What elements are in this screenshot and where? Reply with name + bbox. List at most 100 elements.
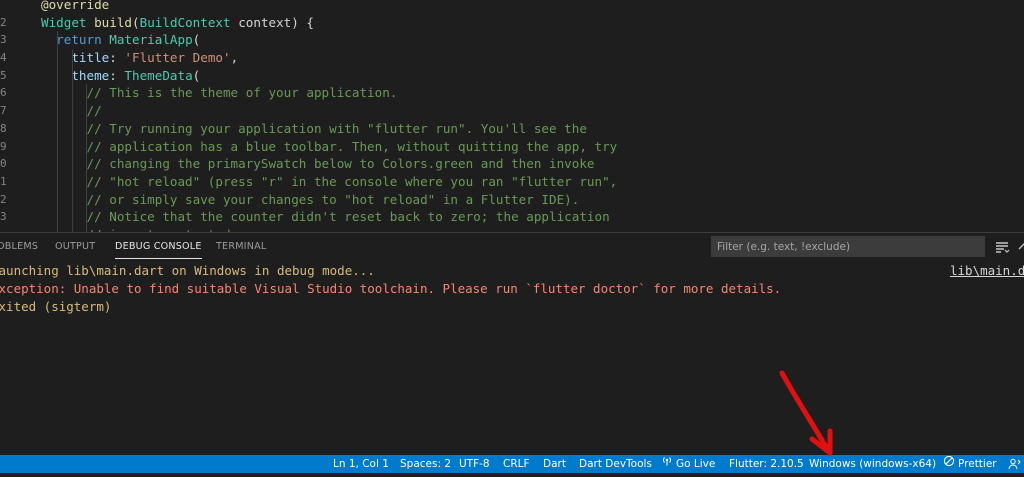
- status-bar: Ln 1, Col 1 Spaces: 2 UTF-8 CRLF Dart Da…: [0, 455, 1024, 473]
- indent-guide: [57, 84, 58, 103]
- go-live-button[interactable]: Go Live: [661, 455, 715, 473]
- indent-guide: [57, 119, 58, 138]
- indentation-setting[interactable]: Spaces: 2: [400, 455, 451, 473]
- prettier-button[interactable]: Prettier: [943, 455, 997, 473]
- code-line: // changing the primarySwatch below to C…: [41, 155, 1024, 173]
- code-token: @override: [41, 0, 110, 12]
- source-file-link[interactable]: lib\main.da: [950, 263, 1024, 278]
- indent-guide: [57, 190, 58, 209]
- line-number: 8: [0, 121, 7, 135]
- bottom-panel: OBLEMS OUTPUT DEBUG CONSOLE TERMINAL Lau…: [0, 232, 1024, 456]
- code-token: 'Flutter Demo': [124, 50, 231, 66]
- tab-debug-console[interactable]: DEBUG CONSOLE: [115, 233, 202, 261]
- indent-guide: [57, 137, 58, 156]
- code-token: :: [109, 67, 125, 83]
- dart-devtools-button[interactable]: Dart DevTools: [579, 455, 652, 473]
- code-token: theme: [41, 67, 110, 83]
- feedback-icon[interactable]: [1008, 455, 1022, 473]
- indent-guide: [57, 155, 58, 173]
- line-number: 4: [0, 51, 7, 65]
- console-line-launching: Launching lib\main.dart on Windows in de…: [0, 263, 375, 278]
- indent-guide: [72, 49, 73, 67]
- code-token: (: [132, 14, 140, 30]
- code-token: // "hot reload" (press "r" in the consol…: [41, 173, 618, 189]
- indent-guide: [57, 66, 58, 85]
- line-number: [0, 0, 20, 14]
- code-line: // This is the theme of your application…: [41, 84, 1024, 103]
- code-token: // Try running your application with "fl…: [41, 120, 587, 136]
- indent-guide: [57, 31, 58, 50]
- indent-guide: [86, 102, 87, 120]
- code-editor[interactable]: 234567890123 @override Widget build(Build…: [0, 0, 1024, 232]
- indent-guide: [86, 119, 87, 138]
- go-live-label: Go Live: [676, 458, 716, 470]
- code-token: return: [41, 32, 102, 48]
- line-number: 3: [0, 210, 7, 224]
- prettier-label: Prettier: [958, 458, 997, 470]
- line-number: 2: [0, 15, 7, 29]
- device-selector[interactable]: Windows (windows-x64): [809, 455, 936, 473]
- line-number: 6: [0, 86, 7, 100]
- indent-guide: [57, 208, 58, 226]
- file-encoding[interactable]: UTF-8: [459, 455, 490, 473]
- console-filter-input[interactable]: [711, 236, 985, 257]
- prohibited-icon: [943, 455, 955, 473]
- word-wrap-icon[interactable]: [994, 239, 1010, 255]
- indent-guide: [72, 137, 73, 156]
- code-token: context) {: [230, 14, 315, 30]
- chevron-up-icon[interactable]: [1016, 239, 1024, 255]
- line-number: 3: [0, 33, 7, 47]
- code-token: ,: [230, 50, 239, 66]
- tab-output[interactable]: OUTPUT: [55, 233, 95, 261]
- cursor-position[interactable]: Ln 1, Col 1: [333, 455, 389, 473]
- indent-guide: [86, 84, 87, 103]
- indent-guide: [72, 102, 73, 120]
- code-area[interactable]: @override Widget build(BuildContext conte…: [41, 0, 1024, 232]
- indent-guide: [86, 137, 87, 156]
- language-mode[interactable]: Dart: [543, 455, 566, 473]
- flutter-version[interactable]: Flutter: 2.10.5: [729, 455, 804, 473]
- line-number-gutter: 2 3 4 5 6 7 8 9 0 1 2 3: [0, 0, 20, 232]
- code-token: build: [94, 14, 133, 30]
- code-token: :: [109, 50, 125, 66]
- indent-guide: [72, 190, 73, 209]
- tab-terminal[interactable]: TERMINAL: [216, 233, 266, 261]
- code-token: (: [192, 32, 201, 48]
- code-line: // Notice that the counter didn't reset …: [41, 208, 1024, 226]
- indent-guide: [86, 155, 87, 173]
- code-line: // or simply save your changes to "hot r…: [41, 190, 1024, 209]
- code-line: // application has a blue toolbar. Then,…: [41, 137, 1024, 156]
- indent-guide: [86, 172, 87, 191]
- indent-guide: [72, 66, 73, 85]
- code-token: MaterialApp: [109, 32, 193, 48]
- end-of-line[interactable]: CRLF: [503, 455, 530, 473]
- tab-problems[interactable]: OBLEMS: [0, 233, 38, 261]
- line-number: 1: [0, 174, 7, 188]
- code-token: ThemeData: [124, 67, 193, 83]
- indent-guide: [72, 155, 73, 173]
- indent-guide: [72, 119, 73, 138]
- indent-guide: [86, 190, 87, 209]
- code-line: // "hot reload" (press "r" in the consol…: [41, 172, 1024, 191]
- code-line: //: [41, 102, 1024, 120]
- line-number: 5: [0, 68, 7, 82]
- code-token: // Notice that the counter didn't reset …: [41, 209, 610, 225]
- code-token: BuildContext: [139, 14, 231, 30]
- indent-guide: [86, 208, 87, 226]
- code-token: // This is the theme of your application…: [41, 85, 398, 101]
- line-number: 7: [0, 104, 7, 118]
- indent-guide: [72, 208, 73, 226]
- code-line: @override: [41, 0, 1024, 14]
- console-line-exception: Exception: Unable to find suitable Visua…: [0, 281, 782, 296]
- code-line: title: 'Flutter Demo',: [41, 49, 1024, 67]
- code-token: (: [192, 67, 201, 83]
- broadcast-icon: [661, 455, 673, 473]
- indent-guide: [72, 172, 73, 191]
- console-line-exited: Exited (sigterm): [0, 299, 112, 314]
- code-line: return MaterialApp(: [41, 31, 1024, 50]
- indent-guide: [57, 102, 58, 120]
- line-number: 9: [0, 139, 7, 153]
- code-token: // application has a blue toolbar. Then,…: [41, 138, 618, 154]
- code-line: Widget build(BuildContext context) {: [41, 14, 1024, 32]
